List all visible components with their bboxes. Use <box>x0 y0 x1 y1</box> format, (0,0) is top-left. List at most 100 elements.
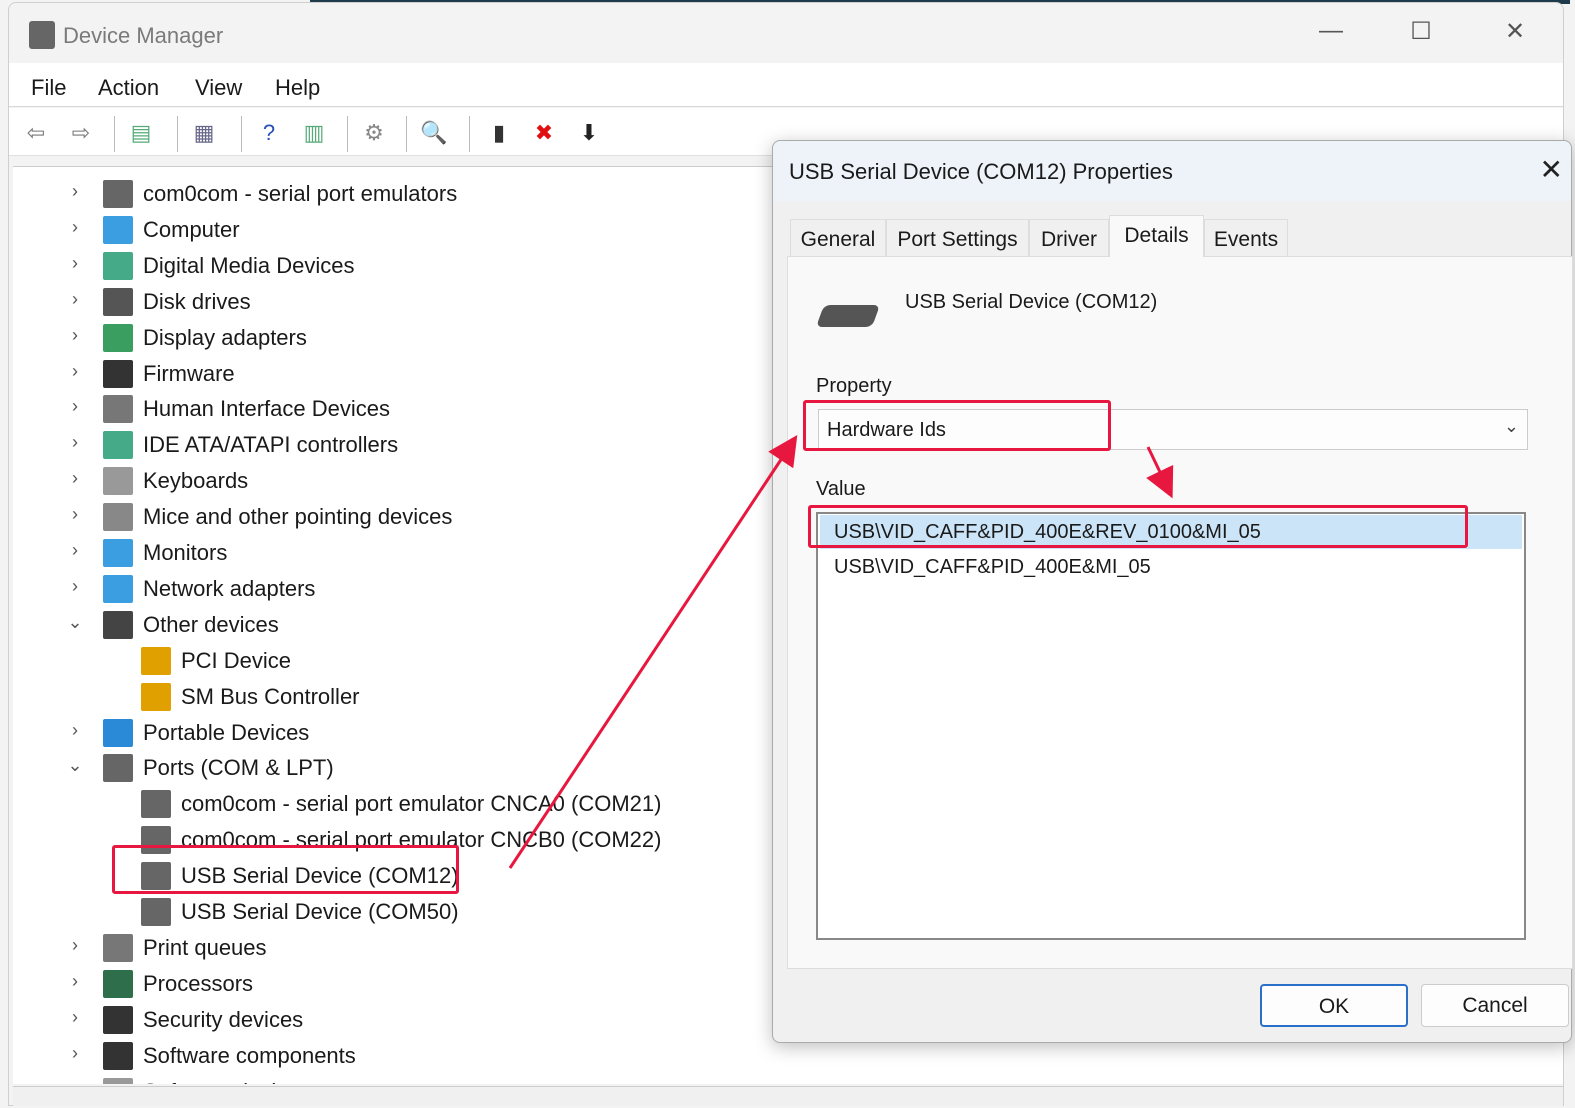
value-row[interactable]: USB\VID_CAFF&PID_400E&MI_05 <box>820 550 1522 584</box>
port-icon <box>103 180 133 208</box>
tab-driver[interactable]: Driver <box>1029 219 1109 256</box>
chevron-right-icon[interactable]: › <box>65 217 85 238</box>
tree-item[interactable]: Display adapters <box>103 321 307 355</box>
tree-item[interactable]: Other devices <box>103 608 279 642</box>
help-icon[interactable]: ? <box>254 118 284 148</box>
toolbar-separator <box>469 116 470 152</box>
tree-item[interactable]: Computer <box>103 213 240 247</box>
chevron-right-icon[interactable]: › <box>65 181 85 202</box>
chevron-right-icon[interactable]: › <box>65 325 85 346</box>
tree-item-label: Security devices <box>143 1006 304 1032</box>
download-icon[interactable]: ⬇ <box>574 118 604 148</box>
tree-item[interactable]: Digital Media Devices <box>103 249 355 283</box>
chevron-down-icon[interactable]: ⌄ <box>65 755 85 776</box>
tree-item[interactable]: Disk drives <box>103 285 251 319</box>
tree-item[interactable]: USB Serial Device (COM50) <box>141 895 459 929</box>
tree-item[interactable]: com0com - serial port emulator CNCA0 (CO… <box>141 787 661 821</box>
tree-item[interactable]: Keyboards <box>103 464 248 498</box>
chevron-right-icon[interactable]: › <box>65 1079 85 1085</box>
tree-item[interactable]: SM Bus Controller <box>141 680 360 714</box>
menu-action[interactable]: Action <box>98 75 159 101</box>
update-driver-icon[interactable]: ⚙ <box>359 118 389 148</box>
unknown-device-icon <box>103 610 133 639</box>
chevron-right-icon[interactable]: › <box>65 576 85 597</box>
chevron-right-icon[interactable]: › <box>65 720 85 741</box>
maximize-button[interactable]: ☐ <box>1401 17 1441 46</box>
chevron-right-icon[interactable]: › <box>65 971 85 992</box>
tree-item[interactable]: Processors <box>103 967 253 1001</box>
minimize-button[interactable]: — <box>1311 17 1351 45</box>
tree-item[interactable]: Ports (COM & LPT) <box>103 751 334 785</box>
device-name: USB Serial Device (COM12) <box>905 291 1158 313</box>
tree-item[interactable]: Security devices <box>103 1003 303 1037</box>
chevron-right-icon[interactable]: › <box>65 540 85 561</box>
tab-details[interactable]: Details <box>1109 215 1204 257</box>
uninstall-icon[interactable]: ✖ <box>529 118 559 148</box>
chevron-right-icon[interactable]: › <box>65 1043 85 1064</box>
tree-item-label: Computer <box>143 216 240 242</box>
chevron-down-icon[interactable]: ⌄ <box>65 612 85 633</box>
tree-item[interactable]: Software devices <box>103 1075 311 1084</box>
properties-icon[interactable]: ▦ <box>189 118 219 148</box>
chevron-right-icon[interactable]: › <box>65 253 85 274</box>
tree-item[interactable]: Mice and other pointing devices <box>103 500 452 534</box>
tree-item-label: USB Serial Device (COM50) <box>181 899 459 924</box>
menu-help[interactable]: Help <box>275 75 320 101</box>
toolbar-separator <box>406 116 407 152</box>
chevron-right-icon[interactable]: › <box>65 468 85 489</box>
dialog-close-button[interactable]: ✕ <box>1540 153 1563 186</box>
chevron-right-icon[interactable]: › <box>65 432 85 453</box>
tree-item-label: IDE ATA/ATAPI controllers <box>143 432 399 458</box>
network-adapter-icon <box>103 574 133 603</box>
tree-item-label: Print queues <box>143 934 267 960</box>
horizontal-scrollbar[interactable] <box>13 1086 1563 1106</box>
tree-item-label: com0com - serial port emulator CNCA0 (CO… <box>181 791 662 817</box>
printer-icon <box>103 933 133 962</box>
tab-general[interactable]: General <box>790 219 886 256</box>
chevron-right-icon[interactable]: › <box>65 1007 85 1028</box>
chevron-right-icon[interactable]: › <box>65 396 85 417</box>
ok-button[interactable]: OK <box>1260 984 1408 1027</box>
value-listbox[interactable]: USB\VID_CAFF&PID_400E&REV_0100&MI_05 USB… <box>816 512 1526 940</box>
tree-item[interactable]: PCI Device <box>141 644 291 678</box>
tree-item-label: SM Bus Controller <box>181 683 360 709</box>
processor-icon <box>103 969 133 998</box>
port-icon <box>141 790 171 819</box>
tree-item[interactable]: Print queues <box>103 931 267 965</box>
tab-events[interactable]: Events <box>1204 219 1288 256</box>
show-hide-console-tree-icon[interactable]: ▤ <box>126 118 156 148</box>
mouse-icon <box>103 503 133 532</box>
forward-arrow-icon[interactable]: ⇨ <box>66 118 96 148</box>
cancel-button[interactable]: Cancel <box>1421 984 1569 1027</box>
tree-item-label: com0com - serial port emulators <box>143 181 458 206</box>
software-device-icon <box>103 1077 133 1084</box>
tree-item[interactable]: IDE ATA/ATAPI controllers <box>103 428 398 462</box>
tree-item[interactable]: Software components <box>103 1039 356 1073</box>
properties-dialog: USB Serial Device (COM12) Properties ✕ G… <box>772 140 1573 1043</box>
chevron-right-icon[interactable]: › <box>65 504 85 525</box>
tree-item[interactable]: Firmware <box>103 357 235 391</box>
tree-item[interactable]: Monitors <box>103 536 227 570</box>
tree-item[interactable]: Network adapters <box>103 572 315 606</box>
tree-item[interactable]: Human Interface Devices <box>103 392 390 426</box>
menu-file[interactable]: File <box>31 75 66 101</box>
add-legacy-hardware-icon[interactable]: ▮ <box>484 118 514 148</box>
tree-item[interactable]: Portable Devices <box>103 716 309 750</box>
computer-icon <box>103 215 133 244</box>
chevron-right-icon[interactable]: › <box>65 361 85 382</box>
scan-hardware-icon[interactable]: 🔍 <box>419 118 449 148</box>
dialog-title: USB Serial Device (COM12) Properties <box>789 159 1173 184</box>
tab-port-settings[interactable]: Port Settings <box>886 219 1029 256</box>
chevron-right-icon[interactable]: › <box>65 935 85 956</box>
tree-item-label: Digital Media Devices <box>143 252 355 278</box>
toolbar-separator <box>177 116 178 152</box>
details-panel: USB Serial Device (COM12) Property Hardw… <box>787 256 1573 969</box>
chevron-right-icon[interactable]: › <box>65 289 85 310</box>
tree-item-label: Software components <box>143 1042 356 1068</box>
display-adapter-icon <box>103 323 133 352</box>
back-arrow-icon[interactable]: ⇦ <box>21 118 51 148</box>
close-button[interactable]: ✕ <box>1495 17 1535 46</box>
tree-item[interactable]: com0com - serial port emulators <box>103 177 457 211</box>
show-action-pane-icon[interactable]: ▥ <box>299 118 329 148</box>
menu-view[interactable]: View <box>195 75 242 101</box>
